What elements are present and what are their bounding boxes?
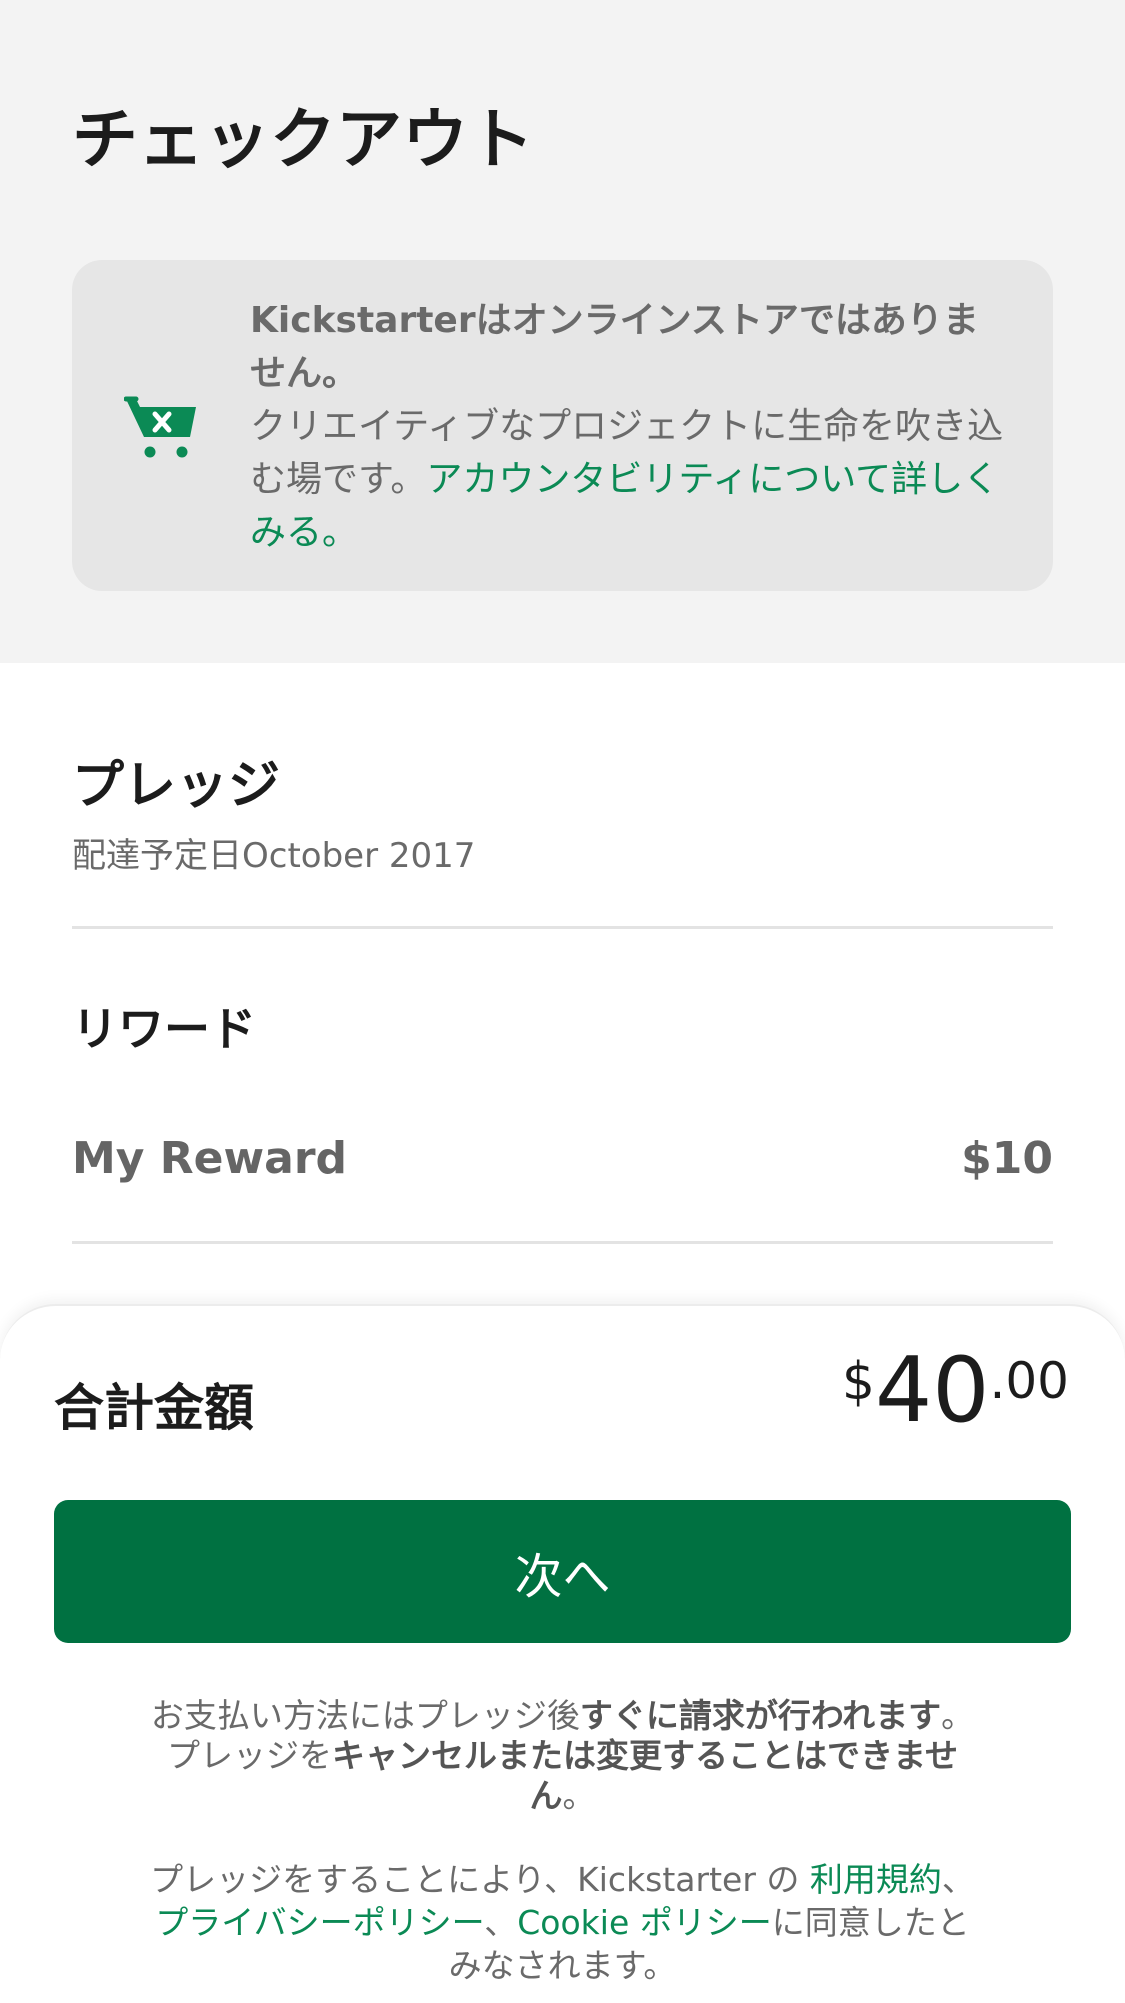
terms-notice-text: プレッジをすることにより、Kickstarter の	[150, 1860, 810, 1899]
checkout-bottom-sheet: 合計金額 $40.00 次へ お支払い方法にはプレッジ後すぐに請求が行われます。…	[0, 1304, 1125, 2003]
total-amount: $40.00	[842, 1346, 1069, 1436]
checkout-header-section: チェックアウト Kickstarterはオンラインストアではありません。 クリエ…	[0, 0, 1125, 663]
shopping-cart-x-icon	[124, 396, 196, 458]
notice-text: Kickstarterはオンラインストアではありません。 クリエイティブなプロジ…	[250, 294, 1010, 559]
next-button[interactable]: 次へ	[54, 1500, 1071, 1643]
notice-title: Kickstarterはオンラインストアではありません。	[250, 300, 979, 394]
reward-heading: リワード	[72, 1002, 256, 1056]
reward-name: My Reward	[72, 1133, 348, 1184]
charge-notice: お支払い方法にはプレッジ後すぐに請求が行われます。プレッジをキャンセルまたは変更…	[140, 1696, 985, 1816]
charge-notice-bold: キャンセルまたは変更することはできません	[331, 1736, 958, 1815]
divider	[72, 926, 1053, 929]
terms-of-use-link[interactable]: 利用規約	[810, 1860, 942, 1899]
online-store-notice-card: Kickstarterはオンラインストアではありません。 クリエイティブなプロジ…	[72, 260, 1053, 591]
page-title: チェックアウト	[72, 101, 534, 178]
reward-price: $10	[961, 1133, 1053, 1184]
pledge-title: プレッジ	[72, 756, 281, 816]
divider	[72, 1241, 1053, 1244]
charge-notice-text: 。	[562, 1776, 596, 1815]
charge-notice-bold: すぐに請求が行われます	[579, 1696, 942, 1735]
total-integer: 40	[874, 1338, 990, 1443]
total-decimal: .00	[989, 1352, 1069, 1410]
terms-notice-text: 、	[484, 1903, 518, 1942]
terms-notice: プレッジをすることにより、Kickstarter の 利用規約、プライバシーポリ…	[140, 1858, 985, 1987]
cookie-policy-link[interactable]: Cookie ポリシー	[517, 1903, 772, 1942]
privacy-policy-link[interactable]: プライバシーポリシー	[155, 1903, 484, 1942]
total-currency: $	[841, 1352, 875, 1412]
terms-notice-text: 、	[941, 1860, 975, 1899]
total-label: 合計金額	[54, 1379, 254, 1437]
delivery-date: 配達予定日October 2017	[72, 836, 476, 876]
charge-notice-text: お支払い方法にはプレッジ後	[150, 1696, 580, 1735]
